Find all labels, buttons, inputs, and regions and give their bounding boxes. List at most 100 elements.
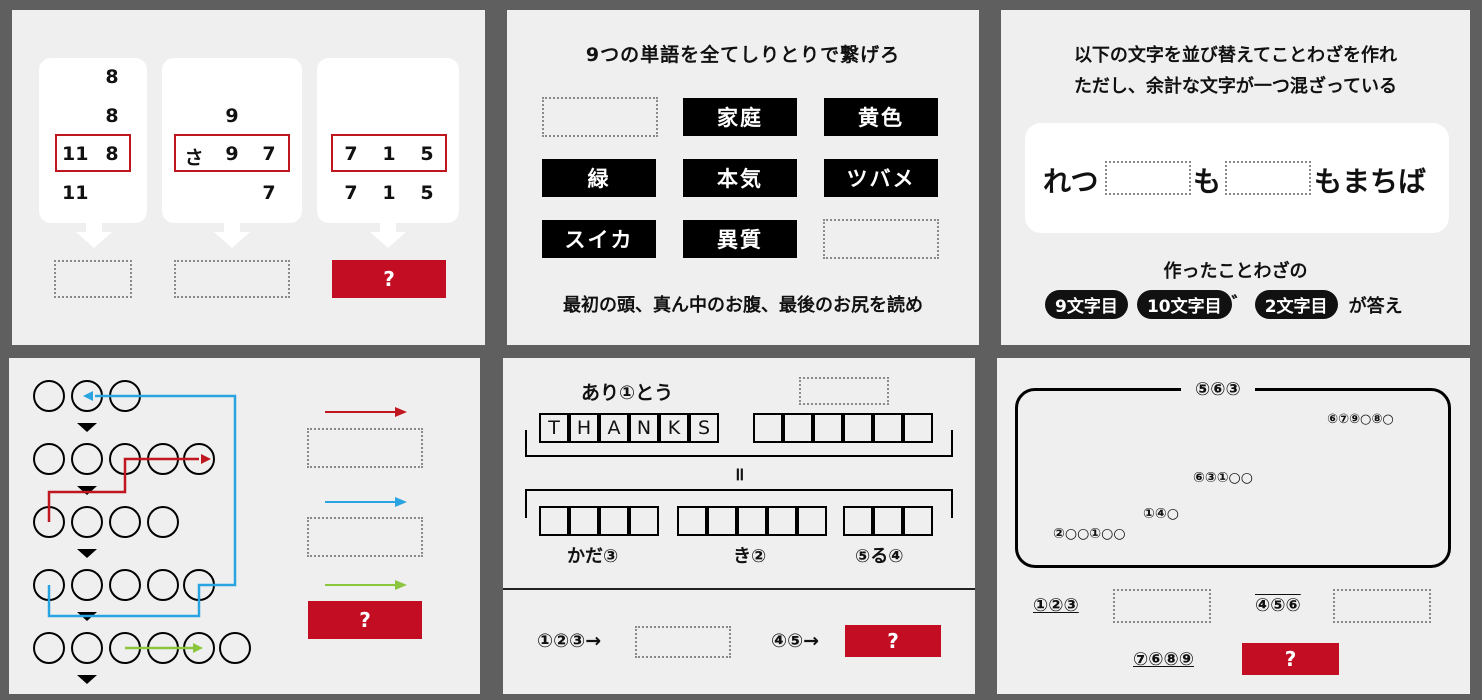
answer-formula: 9文字目 10文字目゛ 2文字目 が答え [1045,290,1403,319]
clue-line: ①④○ [1143,506,1179,522]
row-down-triangle [77,423,97,432]
clue-line: ⑥⑦⑨○⑧○ [1327,412,1394,427]
formula-text: ④⑤→ [771,630,820,652]
empty-cell[interactable] [903,506,933,536]
final-answer-box[interactable]: ? [845,625,941,657]
circle-path-diagram [33,380,251,684]
card3-num: 7 [344,143,358,165]
proverb-slot[interactable] [1225,161,1311,195]
word-slot-empty[interactable] [542,97,658,137]
card1-num: 8 [105,143,119,165]
equals-sign: ॥ [733,464,745,485]
divider [503,588,975,590]
puzzle-hint: 最初の頭、真ん中のお腹、最後のお尻を読め [563,295,923,316]
empty-cell[interactable] [843,506,873,536]
empty-cell[interactable] [873,506,903,536]
puzzle-panel-shiritori: 9つの単語を全てしりとりで繋げろ 家庭 黄色 緑 本気 ツバメ スイカ 異質 最… [507,10,979,345]
answer-slot-red[interactable] [307,428,423,468]
circle-node [33,443,65,475]
empty-cell[interactable] [677,506,707,536]
instruction-line: 作ったことわざの [1163,261,1308,282]
word-tile: 異質 [683,220,797,258]
dakuten-mark: ゛ [1231,294,1250,315]
frame-title: ⑤⑥③ [1181,379,1255,400]
card2-num: 9 [225,143,239,165]
circle-node [71,443,103,475]
formula-text: ①②③→ [537,630,602,652]
empty-cell[interactable] [707,506,737,536]
final-answer-box[interactable]: ? [332,260,446,298]
card3-num: 1 [382,143,396,165]
bracket-top [525,430,953,457]
char-pill: 9文字目 [1045,290,1128,319]
clue-line: ②○○①○○ [1053,526,1126,542]
hint-slot[interactable] [799,377,889,405]
empty-cell[interactable] [569,506,599,536]
puzzle-panel-circled-numbers: ⑤⑥③ ⑥⑦⑨○⑧○ ⑥③①○○ ①④○ ②○○①○○ ①②③ ④⑤⑥ ⑦⑥⑧⑨… [997,358,1470,694]
row-down-triangle [77,549,97,558]
answer-slot[interactable] [635,626,731,658]
empty-cell[interactable] [629,506,659,536]
card2-num: 7 [262,182,276,204]
answer-slot[interactable] [1333,589,1431,623]
formula-first: ①②③ [1033,595,1079,616]
circle-node [219,632,251,664]
puzzle-panel-letters: あり①とう T H A N K S ॥ かだ③ き② ⑤る④ ①②③→ ④⑤→ … [503,358,975,694]
formula-text: ①②③ [1033,595,1079,616]
card2-num: 7 [262,143,276,165]
circle-node [109,506,141,538]
card2-num: 9 [225,105,239,127]
answer-slot-blue[interactable] [307,517,423,557]
empty-cell[interactable] [767,506,797,536]
card3-num: 5 [420,143,434,165]
green-path-arrowhead [193,643,203,653]
proverb-slot[interactable] [1105,161,1191,195]
circle-node [33,380,65,412]
final-answer-box[interactable]: ? [1242,643,1339,675]
card1-num: 8 [105,105,119,127]
circle-node [71,569,103,601]
card3-num: 1 [382,182,396,204]
hint-word: あり①とう [581,382,674,404]
answer-suffix: が答え [1348,296,1403,317]
empty-cell[interactable] [737,506,767,536]
word-tile: 本気 [683,159,797,197]
char-pill: 10文字目 [1136,290,1232,319]
card1-num: 11 [62,182,89,204]
puzzle-panel-proverb: 以下の文字を並び替えてことわざを作れ ただし、余計な文字が一つ混ざっている れつ… [1001,10,1470,345]
down-arrow-icon [214,222,250,248]
formula-third: ⑦⑥⑧⑨ [1133,649,1194,670]
down-arrow-icon [76,222,112,248]
down-arrow-icon [370,222,406,248]
puzzle-title: 9つの単語を全てしりとりで繋げろ [585,44,901,66]
circle-node [71,632,103,664]
circle-node [71,506,103,538]
proverb-text: れつ [1043,165,1099,198]
formula-text: ⑦⑥⑧⑨ [1133,649,1194,670]
instruction-line: ただし、余計な文字が一つ混ざっている [1073,76,1398,97]
cell-group-label: ⑤る④ [855,546,904,567]
proverb-text: もまちば [1314,165,1427,198]
card2-num: さ [184,147,204,169]
answer-slot[interactable] [54,260,132,298]
card3-num: 7 [344,182,358,204]
proverb-text: も [1193,165,1222,198]
word-tile: ツバメ [824,159,938,197]
empty-cell[interactable] [797,506,827,536]
empty-cell[interactable] [599,506,629,536]
row-down-triangle [77,486,97,495]
card1-num: 8 [105,66,119,88]
blue-path-arrowhead [83,391,93,401]
cell-group-label: き② [733,546,767,567]
final-answer-box[interactable]: ? [308,601,422,639]
circle-node [147,506,179,538]
blue-path-line [47,394,237,618]
word-slot-empty[interactable] [823,219,939,259]
cell-group-label: かだ③ [567,546,619,567]
answer-slot[interactable] [174,260,290,298]
puzzle-panel-circles: ? [9,358,480,694]
row-down-triangle [77,675,97,684]
circle-node [33,632,65,664]
answer-slot[interactable] [1113,589,1211,623]
empty-cell[interactable] [539,506,569,536]
